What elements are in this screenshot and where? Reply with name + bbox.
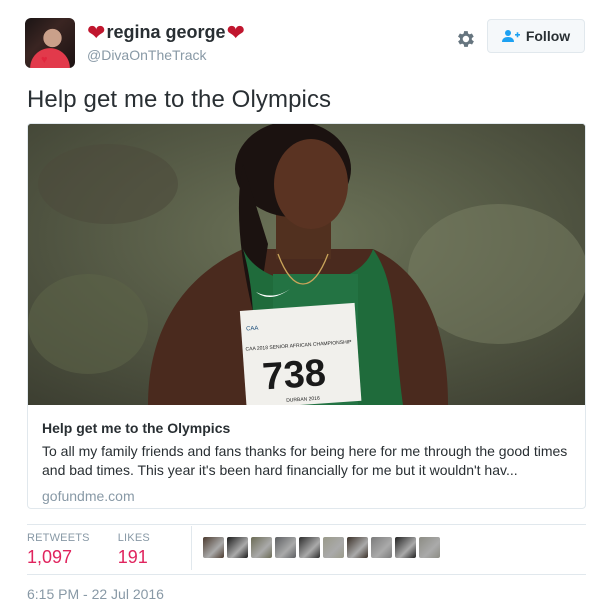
add-user-icon <box>501 30 520 42</box>
liker-avatar[interactable] <box>395 537 416 558</box>
divider <box>27 524 586 525</box>
heart-icon: ❤ <box>87 19 106 45</box>
athlete-photo: CAA CAA 2018 SENIOR AFRICAN CHAMPIONSHIP… <box>28 124 585 405</box>
tweet-header: ♥ ❤ regina george ❤ @DivaOnTheTrack Foll… <box>25 18 587 70</box>
likes-label: LIKES <box>117 532 150 544</box>
gear-icon[interactable] <box>454 28 476 50</box>
divider <box>27 574 586 575</box>
tweet-timestamp[interactable]: 6:15 PM - 22 Jul 2016 <box>27 586 164 602</box>
stat-divider <box>191 526 192 570</box>
tweet-text: Help get me to the Olympics <box>27 86 332 113</box>
liker-avatar[interactable] <box>275 537 296 558</box>
liker-avatar[interactable] <box>203 537 224 558</box>
retweets-label: RETWEETS <box>27 532 90 544</box>
display-name-row[interactable]: ❤ regina george ❤ <box>87 19 245 45</box>
liker-avatar[interactable] <box>299 537 320 558</box>
display-name[interactable]: regina george <box>106 22 225 43</box>
liker-avatars <box>203 537 440 558</box>
retweets-count: 1,097 <box>27 547 73 567</box>
liker-avatar[interactable] <box>419 537 440 558</box>
liker-avatar[interactable] <box>251 537 272 558</box>
bib-number: 738 <box>261 352 327 398</box>
avatar[interactable]: ♥ <box>25 18 75 68</box>
user-handle[interactable]: @DivaOnTheTrack <box>87 47 207 63</box>
liker-avatar[interactable] <box>347 537 368 558</box>
follow-label: Follow <box>525 28 571 44</box>
retweets-stat[interactable]: RETWEETS 1,097 <box>27 532 90 568</box>
card-image[interactable]: CAA CAA 2018 SENIOR AFRICAN CHAMPIONSHIP… <box>28 124 585 405</box>
heart-icon: ❤ <box>226 19 245 45</box>
tweet-stats: RETWEETS 1,097 LIKES 191 <box>27 532 178 568</box>
card-body: Help get me to the Olympics To all my fa… <box>42 416 572 504</box>
bib-logo: CAA <box>246 326 259 333</box>
liker-avatar[interactable] <box>227 537 248 558</box>
link-card[interactable]: CAA CAA 2018 SENIOR AFRICAN CHAMPIONSHIP… <box>27 123 586 509</box>
liker-avatar[interactable] <box>371 537 392 558</box>
follow-button[interactable]: Follow <box>487 19 585 53</box>
likes-stat[interactable]: LIKES 191 <box>118 532 150 568</box>
card-title[interactable]: Help get me to the Olympics <box>42 420 572 436</box>
card-domain[interactable]: gofundme.com <box>42 488 572 504</box>
likes-count: 191 <box>117 547 148 567</box>
card-description: To all my family friends and fans thanks… <box>42 443 568 478</box>
liker-avatar[interactable] <box>323 537 344 558</box>
